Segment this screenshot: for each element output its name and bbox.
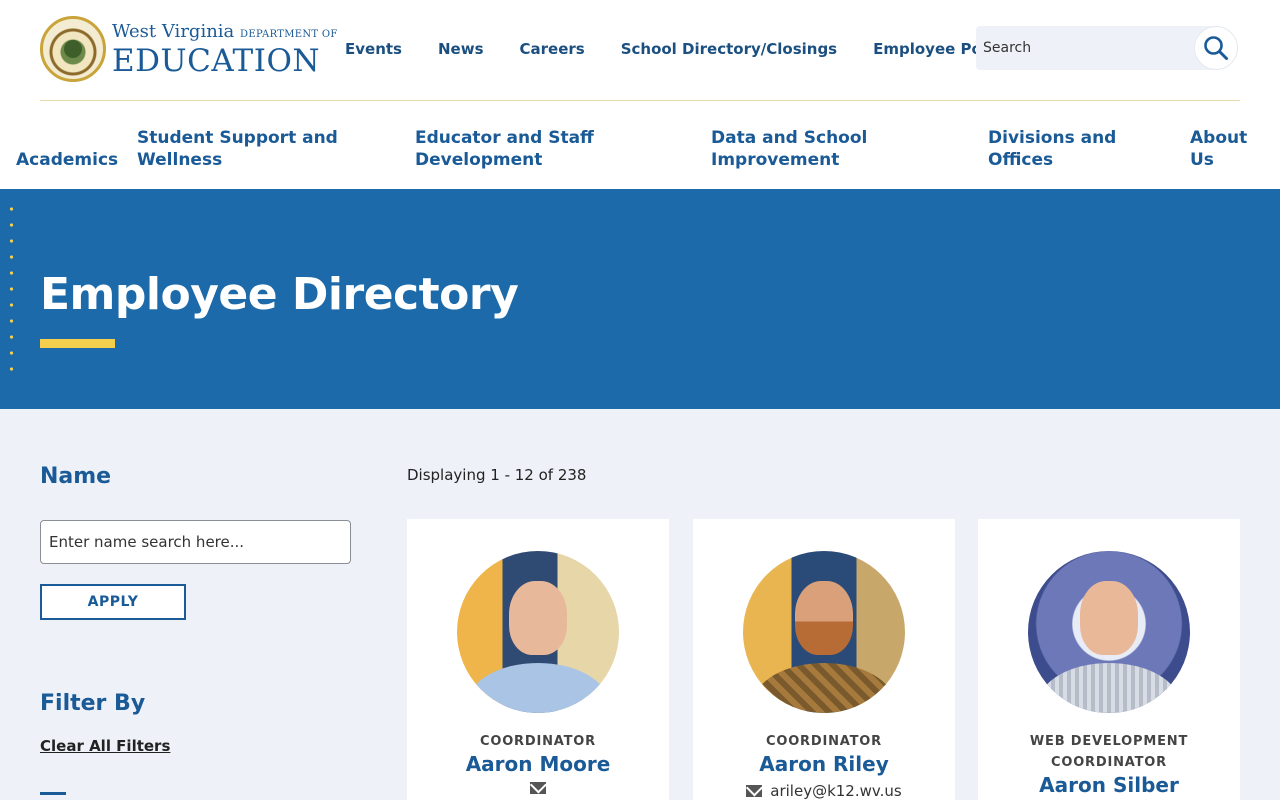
- search-icon: [1204, 36, 1228, 60]
- mainnav-label: Development: [415, 150, 543, 170]
- state-seal-icon: [40, 16, 106, 82]
- employee-email[interactable]: [407, 782, 669, 794]
- employee-name[interactable]: Aaron Silber: [978, 773, 1240, 797]
- employee-name[interactable]: Aaron Riley: [693, 752, 955, 776]
- filter-group-heading: [40, 792, 66, 800]
- employee-card[interactable]: COORDINATOR Aaron Moore: [407, 519, 669, 800]
- name-filter-title: Name: [40, 464, 112, 489]
- employee-name[interactable]: Aaron Moore: [407, 752, 669, 776]
- mainnav-label: Student Support and: [137, 128, 338, 148]
- mainnav-label: About: [1190, 128, 1248, 148]
- mainnav-label: Wellness: [137, 150, 223, 170]
- photo-face: [509, 581, 567, 655]
- mainnav-label: Data and School: [711, 128, 868, 148]
- dot-pattern: [4, 201, 24, 371]
- photo-shoulders: [1039, 663, 1179, 713]
- header-divider: [40, 100, 1240, 101]
- site-logo[interactable]: West Virginia DEPARTMENT OF EDUCATION: [40, 16, 337, 82]
- logo-wordmark: West Virginia DEPARTMENT OF EDUCATION: [112, 20, 338, 79]
- nav-events[interactable]: Events: [345, 38, 402, 60]
- search-input[interactable]: [976, 40, 1186, 56]
- employee-card[interactable]: WEB DEVELOPMENT COORDINATOR Aaron Silber: [978, 519, 1240, 800]
- mainnav-divisions[interactable]: Divisions and Offices: [988, 127, 1116, 171]
- filter-by-title: Filter By: [40, 691, 146, 716]
- employee-photo: [1028, 551, 1190, 713]
- logo-state: West Virginia: [112, 20, 235, 42]
- page-title: Employee Directory: [40, 269, 519, 320]
- nav-news[interactable]: News: [438, 38, 484, 60]
- apply-button[interactable]: APPLY: [40, 584, 186, 620]
- mainnav-label: Academics: [16, 150, 119, 170]
- mainnav-label: Divisions and: [988, 128, 1117, 148]
- mail-icon: [746, 785, 763, 797]
- employee-role: COORDINATOR: [766, 734, 882, 749]
- employee-card[interactable]: COORDINATOR Aaron Riley ariley@k12.wv.us: [693, 519, 955, 800]
- utility-nav: Events News Careers School Directory/Clo…: [345, 38, 1012, 60]
- nav-careers[interactable]: Careers: [520, 38, 585, 60]
- photo-shoulders: [468, 663, 608, 713]
- mainnav-academics[interactable]: Academics: [16, 149, 118, 171]
- photo-face: [795, 581, 853, 655]
- employee-email-text: ariley@k12.wv.us: [770, 782, 902, 800]
- page-hero: Employee Directory: [0, 189, 1280, 409]
- clear-filters-link[interactable]: Clear All Filters: [40, 737, 170, 755]
- site-header: West Virginia DEPARTMENT OF EDUCATION Ev…: [0, 0, 1280, 189]
- photo-shoulders: [754, 663, 894, 713]
- search-button[interactable]: [1194, 26, 1238, 70]
- mainnav-about[interactable]: About Us: [1190, 127, 1247, 171]
- main-nav: Academics Student Support and Wellness E…: [0, 121, 1280, 171]
- mainnav-label: Improvement: [711, 150, 840, 170]
- photo-face: [1080, 581, 1138, 655]
- nav-school-directory[interactable]: School Directory/Closings: [621, 38, 837, 60]
- mainnav-label: Educator and Staff: [415, 128, 594, 148]
- employee-photo: [457, 551, 619, 713]
- employee-role: COORDINATOR: [480, 734, 596, 749]
- mail-icon: [530, 782, 546, 794]
- mainnav-educator-staff[interactable]: Educator and Staff Development: [415, 127, 594, 171]
- employee-email[interactable]: ariley@k12.wv.us: [693, 782, 955, 800]
- employee-role: WEB DEVELOPMENT COORDINATOR: [1029, 734, 1189, 770]
- mainnav-label: Us: [1190, 150, 1214, 170]
- logo-education: EDUCATION: [112, 42, 320, 79]
- search-box: [976, 26, 1238, 70]
- mainnav-data-school[interactable]: Data and School Improvement: [711, 127, 867, 171]
- mainnav-label: Offices: [988, 150, 1054, 170]
- name-search-input[interactable]: [40, 520, 351, 564]
- logo-department: DEPARTMENT OF: [240, 28, 338, 40]
- employee-photo: [743, 551, 905, 713]
- results-count: Displaying 1 - 12 of 238: [407, 466, 587, 484]
- mainnav-student-support[interactable]: Student Support and Wellness: [137, 127, 338, 171]
- title-underline: [40, 339, 115, 348]
